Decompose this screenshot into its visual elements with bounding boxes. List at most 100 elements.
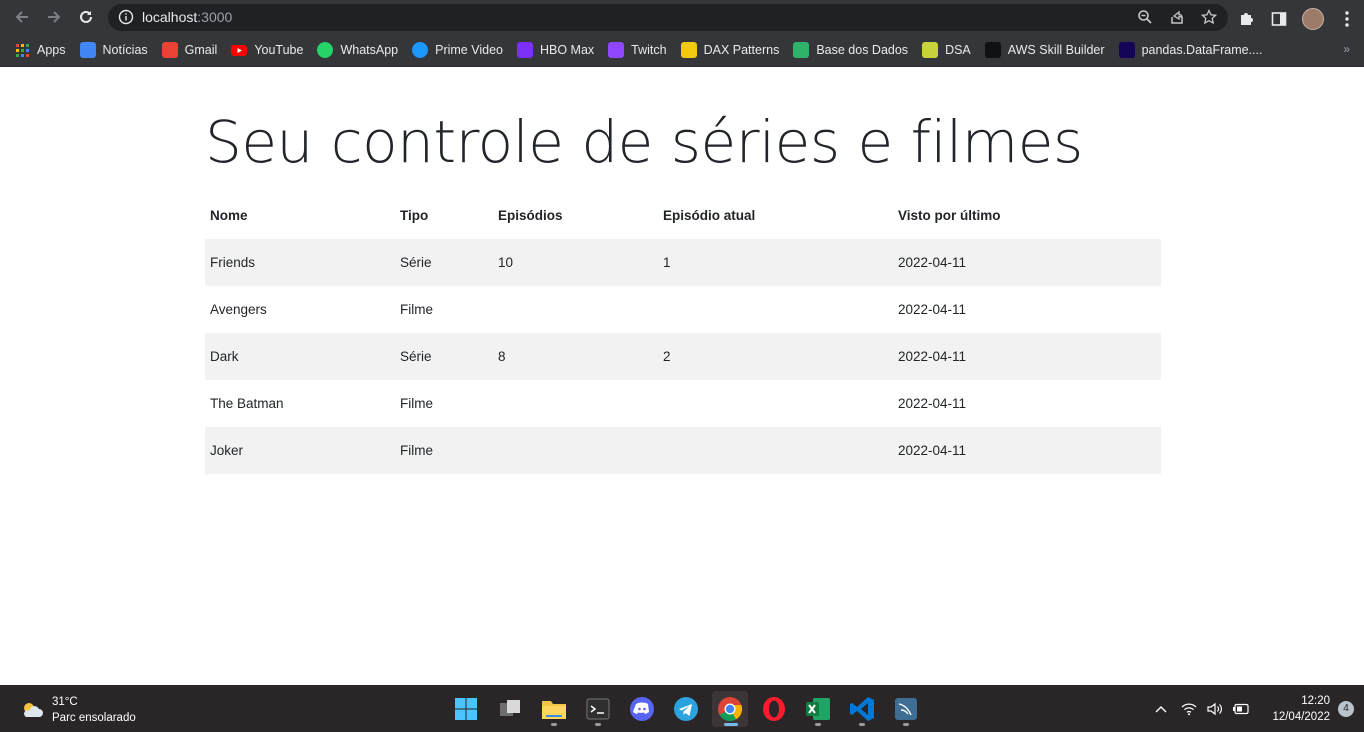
hbo-max-icon [516,42,533,58]
system-tray: 12:20 12/04/2022 4 [1152,685,1364,732]
battery-icon[interactable] [1232,700,1250,718]
weather-widget[interactable]: 31°C Parc ensolarado [20,694,136,726]
weather-description: Parc ensolarado [52,712,136,724]
site-info-icon[interactable] [118,9,134,25]
bookmark-star-icon[interactable] [1200,8,1218,26]
cell-episodio-atual: 1 [658,239,893,286]
volume-icon[interactable] [1206,700,1224,718]
cell-tipo: Filme [400,396,433,411]
cell-visto: 2022-04-11 [898,302,967,317]
bookmark-label: HBO Max [539,43,595,57]
cell-tipo: Série [395,239,493,286]
reload-button[interactable] [74,5,98,29]
bookmark-label: Base dos Dados [816,43,909,57]
taskbar-mysql-workbench-button[interactable] [888,691,924,727]
clock-date: 12/04/2022 [1272,710,1330,723]
task-view-icon [498,697,522,721]
taskbar-excel-button[interactable] [800,691,836,727]
bookmark-youtube[interactable]: YouTube [229,37,311,63]
wifi-icon[interactable] [1180,700,1198,718]
column-header-episodio-atual: Episódio atual [663,207,756,223]
bookmark-label: DSA [945,43,971,57]
taskbar-discord-button[interactable] [624,691,660,727]
cell-episodios: 10 [493,239,658,286]
bookmark-dsa[interactable]: DSA [920,37,979,63]
system-clock[interactable]: 12:20 12/04/2022 [1272,693,1330,725]
cell-nome: The Batman [210,396,284,411]
discord-icon [629,696,655,722]
column-header-visto: Visto por último [898,207,1001,223]
table-row: The Batman Filme 2022-04-11 [205,380,1161,427]
profile-avatar[interactable] [1302,8,1324,30]
bookmark-pandas[interactable]: pandas.DataFrame.... [1117,37,1271,63]
news-icon [79,42,96,58]
running-indicator [551,723,557,726]
table-header-row: Nome Tipo Episódios Episódio atual Visto… [205,191,1161,239]
cell-tipo: Série [395,333,493,380]
cell-visto: 2022-04-11 [898,396,967,411]
browser-menu-icon[interactable] [1338,10,1356,28]
back-button[interactable] [10,5,34,29]
chevron-up-icon[interactable] [1152,700,1170,718]
taskbar-task-view-button[interactable] [492,691,528,727]
running-indicator [859,723,865,726]
bookmark-base-dos-dados[interactable]: Base dos Dados [791,37,916,63]
zoom-icon[interactable] [1136,8,1154,26]
cell-nome: Joker [205,427,395,474]
cell-episodio-atual [658,286,893,333]
extensions-puzzle-icon[interactable] [1238,10,1256,28]
bookmark-prime-video[interactable]: Prime Video [410,37,511,63]
cell-nome: Dark [205,333,395,380]
browser-toolbar: localhost:3000 [0,0,1364,34]
youtube-icon [231,42,248,58]
apps-grid-icon [14,42,30,58]
media-table: Nome Tipo Episódios Episódio atual Visto… [205,191,1161,474]
cell-visto: 2022-04-11 [893,333,1161,380]
bookmark-aws[interactable]: AWS Skill Builder [983,37,1113,63]
bookmark-dax-patterns[interactable]: DAX Patterns [679,37,788,63]
taskbar-telegram-button[interactable] [668,691,704,727]
clock-time: 12:20 [1301,694,1330,707]
bookmark-label: Apps [37,43,66,57]
taskbar-chrome-button[interactable] [712,691,748,727]
taskbar-terminal-button[interactable] [580,691,616,727]
more-bookmarks-icon[interactable]: » [1343,42,1350,56]
side-panel-icon[interactable] [1270,10,1288,28]
page-content: Seu controle de séries e filmes Nome Tip… [0,68,1364,684]
cell-tipo: Filme [395,427,493,474]
bookmark-whatsapp[interactable]: WhatsApp [315,37,406,63]
cell-visto: 2022-04-11 [893,239,1161,286]
address-bar[interactable]: localhost:3000 [108,4,1228,31]
bookmark-label: WhatsApp [340,43,399,57]
terminal-icon [586,698,610,720]
cell-episodio-atual [658,427,893,474]
bookmark-apps-grid[interactable]: Apps [12,37,74,63]
taskbar-file-explorer-button[interactable] [536,691,572,727]
bookmark-hbo-max[interactable]: HBO Max [515,37,602,63]
opera-icon [761,696,787,722]
bookmark-gmail[interactable]: Gmail [160,37,226,63]
table-row: Avengers Filme 2022-04-11 [205,286,1161,333]
vscode-icon [849,696,875,722]
column-header-tipo: Tipo [400,207,429,223]
running-indicator [815,723,821,726]
page-title: Seu controle de séries e filmes [205,108,1083,176]
cell-episodio-atual: 2 [658,333,893,380]
running-indicator [903,723,909,726]
cell-nome: Friends [205,239,395,286]
taskbar-start-button[interactable] [448,691,484,727]
cell-nome: Avengers [210,302,267,317]
forward-button[interactable] [42,5,66,29]
bookmark-twitch[interactable]: Twitch [606,37,674,63]
taskbar-opera-button[interactable] [756,691,792,727]
cell-episodios [493,380,658,427]
cell-visto: 2022-04-11 [893,427,1161,474]
notification-badge[interactable]: 4 [1338,700,1354,717]
taskbar-vscode-button[interactable] [844,691,880,727]
twitch-icon [608,42,625,58]
bookmark-news[interactable]: Notícias [78,37,156,63]
table-row: Joker Filme 2022-04-11 [205,427,1161,474]
aws-icon [984,42,1001,58]
gmail-icon [161,42,178,58]
share-icon[interactable] [1168,8,1186,26]
